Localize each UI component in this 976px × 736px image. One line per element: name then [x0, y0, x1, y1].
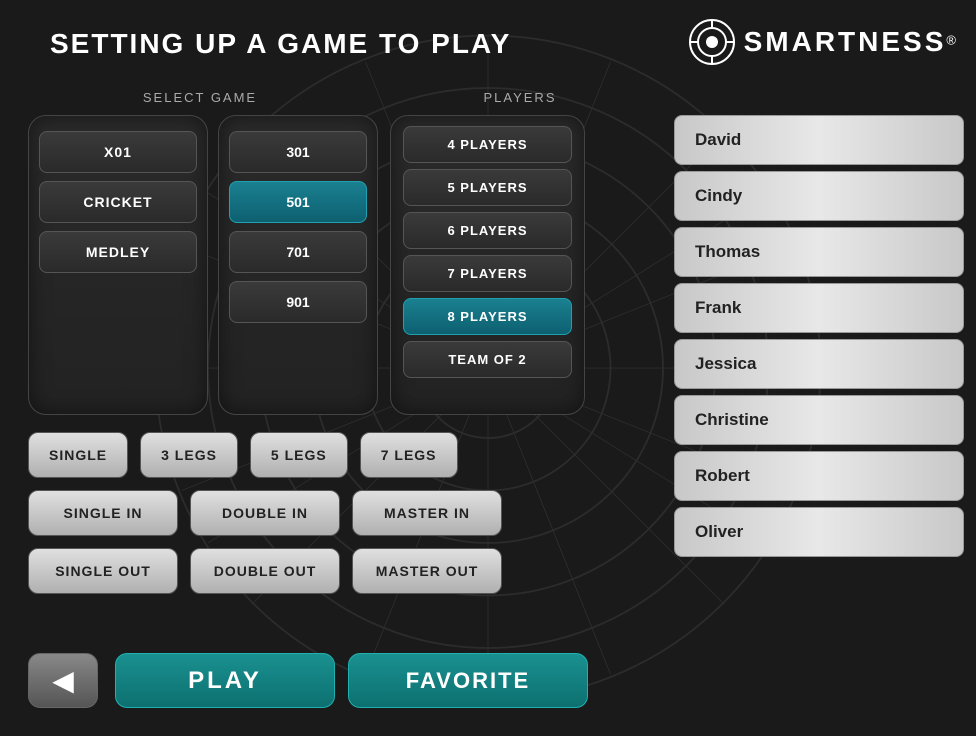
score-301[interactable]: 301 [229, 131, 367, 173]
player-jessica[interactable]: Jessica [674, 339, 964, 389]
score-901[interactable]: 901 [229, 281, 367, 323]
player-christine[interactable]: Christine [674, 395, 964, 445]
option-single[interactable]: SINGLE [28, 432, 128, 478]
player-list: David Cindy Thomas Frank Jessica Christi… [674, 115, 964, 557]
options-row-3: SINGLE OUT DOUBLE OUT MASTER OUT [28, 548, 502, 594]
logo-icon [688, 18, 736, 66]
option-double-in[interactable]: DOUBLE IN [190, 490, 340, 536]
page-title: SETTING UP A GAME TO PLAY [50, 28, 511, 60]
players-4[interactable]: 4 PLAYERS [403, 126, 572, 163]
option-master-in[interactable]: MASTER IN [352, 490, 502, 536]
player-robert[interactable]: Robert [674, 451, 964, 501]
players-panel: 4 PLAYERS 5 PLAYERS 6 PLAYERS 7 PLAYERS … [390, 115, 585, 415]
logo-area: SMARTNESS® [688, 18, 956, 66]
options-row-1: SINGLE 3 LEGS 5 LEGS 7 LEGS [28, 432, 458, 478]
players-6[interactable]: 6 PLAYERS [403, 212, 572, 249]
play-label: PLAY [188, 667, 262, 695]
option-7legs[interactable]: 7 LEGS [360, 432, 458, 478]
game-type-medley[interactable]: MEDLEY [39, 231, 197, 273]
game-type-panel: X01 CRICKET MEDLEY [28, 115, 208, 415]
select-game-label: SELECT GAME [100, 90, 300, 105]
back-icon: ◀ [52, 664, 74, 697]
players-7[interactable]: 7 PLAYERS [403, 255, 572, 292]
score-panel: 301 501 701 901 [218, 115, 378, 415]
favorite-button[interactable]: FAVORITE [348, 653, 588, 708]
option-single-out[interactable]: SINGLE OUT [28, 548, 178, 594]
option-5legs[interactable]: 5 LEGS [250, 432, 348, 478]
game-type-cricket[interactable]: CRICKET [39, 181, 197, 223]
player-frank[interactable]: Frank [674, 283, 964, 333]
player-cindy[interactable]: Cindy [674, 171, 964, 221]
players-5[interactable]: 5 PLAYERS [403, 169, 572, 206]
option-3legs[interactable]: 3 LEGS [140, 432, 238, 478]
option-single-in[interactable]: SINGLE IN [28, 490, 178, 536]
option-master-out[interactable]: MASTER OUT [352, 548, 502, 594]
score-701[interactable]: 701 [229, 231, 367, 273]
option-double-out[interactable]: DOUBLE OUT [190, 548, 340, 594]
score-501[interactable]: 501 [229, 181, 367, 223]
player-oliver[interactable]: Oliver [674, 507, 964, 557]
back-button[interactable]: ◀ [28, 653, 98, 708]
favorite-label: FAVORITE [406, 668, 530, 694]
players-label: PLAYERS [430, 90, 610, 105]
player-thomas[interactable]: Thomas [674, 227, 964, 277]
players-8[interactable]: 8 PLAYERS [403, 298, 572, 335]
logo-text: SMARTNESS® [744, 26, 956, 58]
game-type-x01[interactable]: X01 [39, 131, 197, 173]
play-button[interactable]: PLAY [115, 653, 335, 708]
player-david[interactable]: David [674, 115, 964, 165]
options-row-2: SINGLE IN DOUBLE IN MASTER IN [28, 490, 502, 536]
players-team-of-2[interactable]: TEAM OF 2 [403, 341, 572, 378]
